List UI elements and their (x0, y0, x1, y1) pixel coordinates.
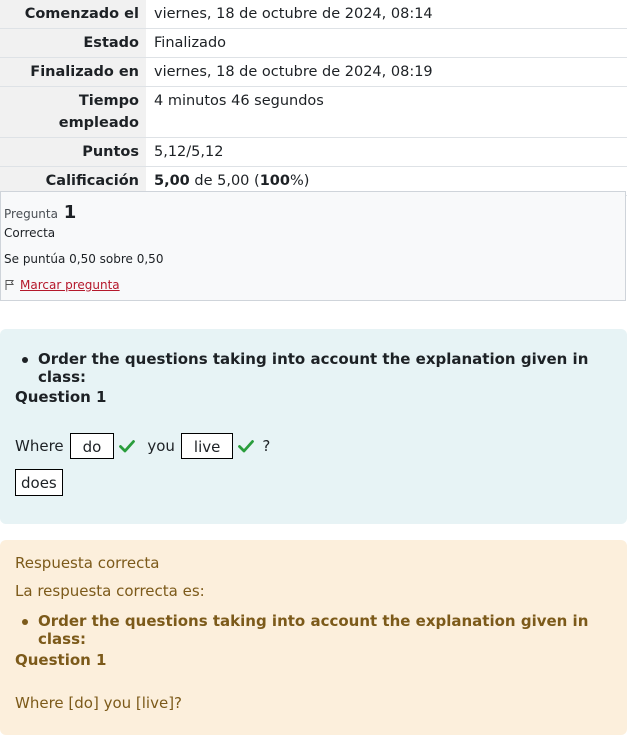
summary-row: Finalizado en viernes, 18 de octubre de … (0, 57, 627, 87)
grade-score: 5,00 (154, 173, 190, 189)
summary-value: viernes, 18 de octubre de 2024, 08:19 (146, 57, 627, 87)
answer-word: ? (262, 437, 271, 455)
feedback-heading: Question 1 (15, 651, 107, 669)
question-state: Correcta (4, 226, 56, 240)
summary-label: Tiempo empleado (0, 86, 146, 138)
summary-row: Estado Finalizado (0, 28, 627, 58)
question-heading: Question 1 (15, 388, 107, 406)
flag-question[interactable]: Marcar pregunta (4, 278, 120, 292)
answer-word: Where (15, 437, 64, 455)
summary-label: Estado (0, 28, 146, 58)
drop-zone-1[interactable]: do (69, 433, 115, 459)
check-icon (119, 439, 136, 453)
drag-item[interactable]: does (15, 469, 63, 496)
answer-word: you (147, 437, 175, 455)
summary-row: Puntos 5,12/5,12 (0, 137, 627, 167)
feedback-box: Respuesta correcta La respuesta correcta… (0, 540, 627, 735)
summary-label: Comenzado el (0, 0, 146, 29)
question-number: Pregunta 1 (4, 202, 76, 223)
grade-mid: de 5,00 ( (189, 173, 260, 189)
attempt-summary-table: Comenzado el viernes, 18 de octubre de 2… (0, 0, 627, 196)
check-icon (238, 439, 255, 453)
feedback-result: Respuesta correcta (15, 554, 160, 572)
correct-answer-intro: La respuesta correcta es: (15, 582, 205, 600)
summary-label: Finalizado en (0, 57, 146, 87)
grade-end: %) (289, 173, 310, 189)
summary-value: viernes, 18 de octubre de 2024, 08:14 (146, 0, 627, 29)
drop-zone-2[interactable]: live (180, 433, 234, 459)
answer-row: Where do you live ? (15, 432, 270, 460)
summary-value: Finalizado (146, 28, 627, 58)
flag-question-link[interactable]: Marcar pregunta (20, 278, 120, 292)
instruction-text: Order the questions taking into account … (22, 350, 627, 386)
summary-row: Tiempo empleado 4 minutos 46 segundos (0, 86, 627, 138)
question-grade: Se puntúa 0,50 sobre 0,50 (4, 252, 164, 266)
correct-answer-text: Where [do] you [live]? (15, 694, 183, 712)
question-prefix: Pregunta (4, 207, 58, 221)
summary-label: Puntos (0, 137, 146, 167)
question-formulation: Order the questions taking into account … (0, 329, 627, 524)
feedback-instruction: Order the questions taking into account … (22, 612, 627, 648)
question-info-box: Pregunta 1 Correcta Se puntúa 0,50 sobre… (0, 191, 626, 301)
flag-icon[interactable] (4, 279, 16, 291)
summary-value: 4 minutos 46 segundos (146, 86, 627, 138)
grade-percent: 100 (259, 173, 290, 189)
question-number-value: 1 (63, 202, 77, 223)
summary-value: 5,12/5,12 (146, 137, 627, 167)
summary-row: Comenzado el viernes, 18 de octubre de 2… (0, 0, 627, 29)
